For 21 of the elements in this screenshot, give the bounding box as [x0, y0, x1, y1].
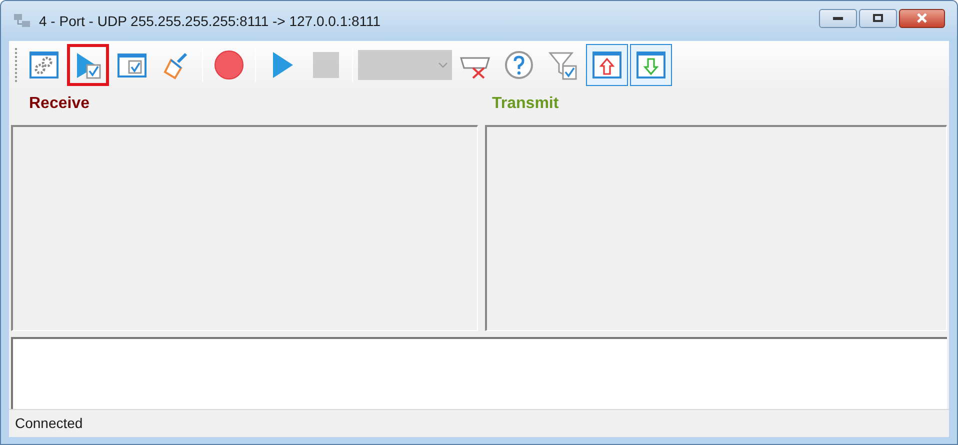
down-arrow-window-icon — [636, 50, 666, 80]
close-button[interactable] — [899, 8, 945, 28]
record-icon — [214, 50, 244, 80]
text-area[interactable] — [11, 337, 947, 409]
close-icon — [916, 13, 928, 23]
toolbar-button[interactable] — [67, 44, 109, 86]
window-title: 4 - Port - UDP 255.255.255.255:8111 -> 127.0.0.1:8111 — [39, 12, 381, 30]
maximize-button[interactable] — [859, 8, 897, 28]
toolbar-button[interactable] — [630, 44, 672, 86]
transmit-label: Transmit — [492, 95, 559, 112]
help-icon — [504, 50, 534, 80]
filter-check-icon — [548, 50, 578, 80]
stop-icon — [311, 50, 341, 80]
status-text: Connected — [15, 414, 83, 433]
receive-label: Receive — [29, 95, 90, 112]
gears-window-icon — [29, 50, 59, 80]
minimize-button[interactable] — [819, 8, 857, 28]
up-arrow-window-icon — [592, 50, 622, 80]
network-icon — [13, 13, 31, 29]
toolbar-button[interactable] — [586, 44, 628, 86]
chevron-down-icon — [438, 62, 448, 68]
